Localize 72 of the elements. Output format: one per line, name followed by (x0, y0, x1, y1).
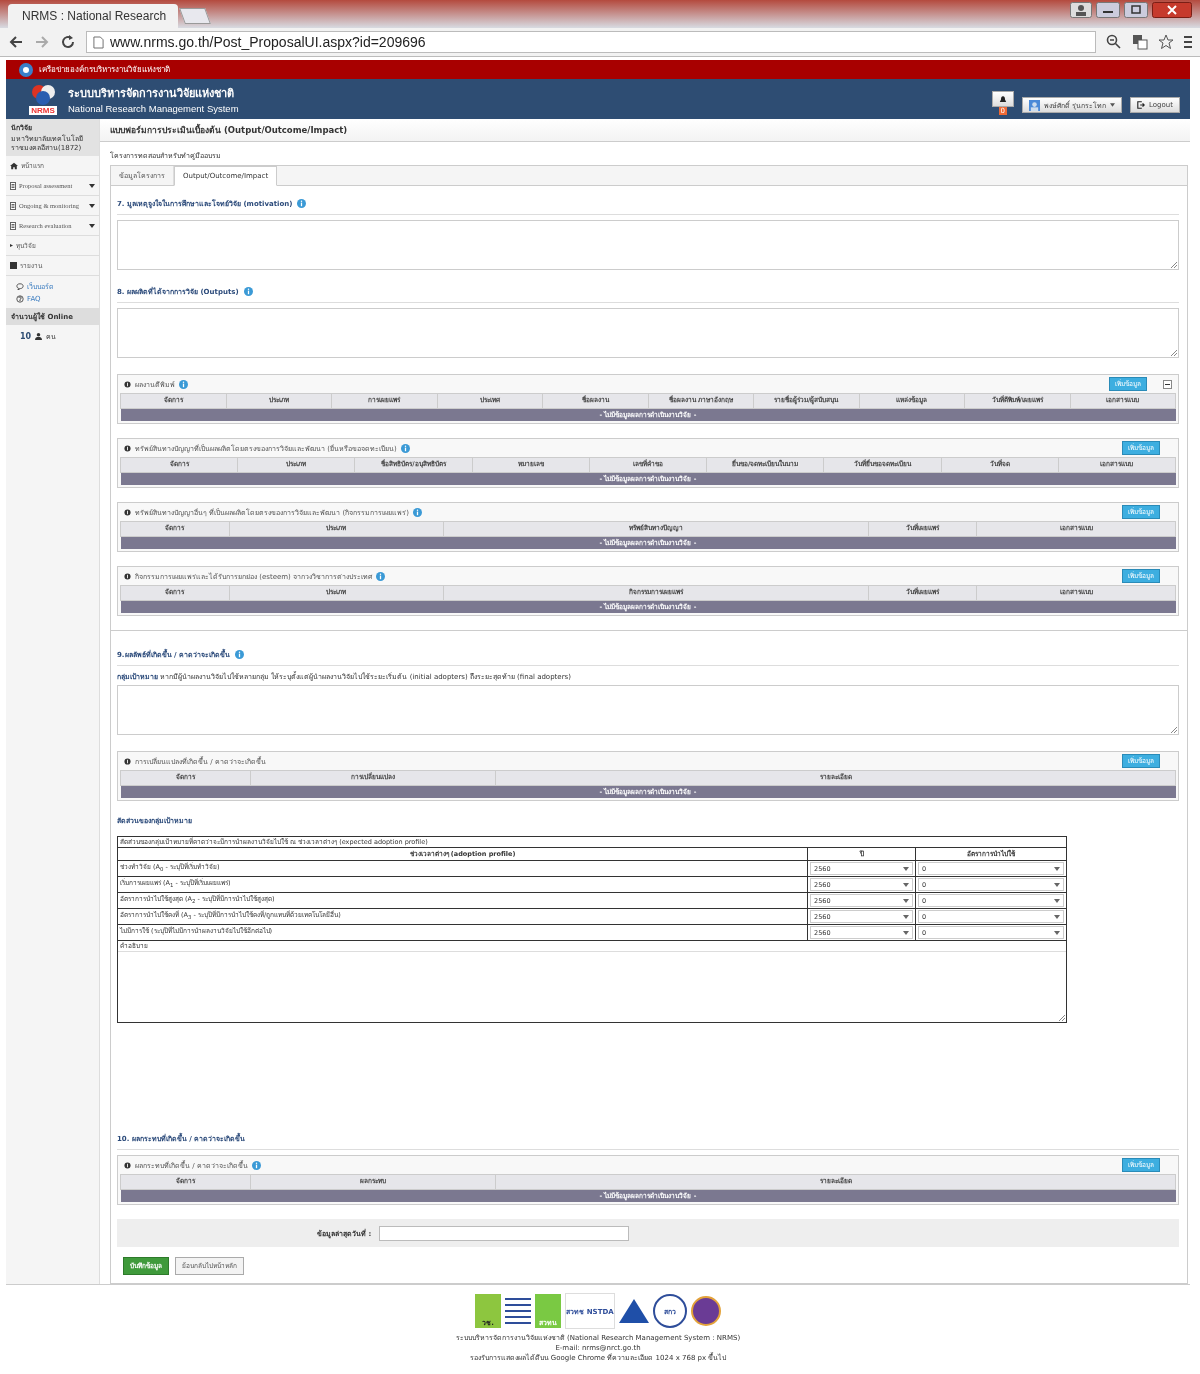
maximize-icon[interactable] (1124, 2, 1148, 18)
caret-icon (1054, 898, 1060, 903)
person-icon (35, 333, 43, 341)
document-icon (10, 181, 16, 190)
zoom-icon[interactable] (1106, 34, 1122, 50)
book-icon (10, 262, 17, 270)
resize-grip-icon (1171, 350, 1177, 356)
caret-icon (1054, 914, 1060, 919)
caret-icon (1054, 930, 1060, 935)
caret-icon (1110, 103, 1116, 107)
caret-icon (1054, 866, 1060, 871)
caret-icon (903, 882, 909, 887)
nrms-logo: NRMS (28, 83, 58, 115)
text-area[interactable] (117, 308, 1179, 358)
caret-icon (903, 898, 909, 903)
partner-logo (691, 1296, 721, 1326)
document-icon (10, 201, 16, 210)
address-bar[interactable]: www.nrms.go.th/Post_ProposalUI.aspx?id=209696 (86, 31, 1096, 53)
speech-bubble-icon (16, 283, 24, 291)
bell-icon (998, 94, 1007, 104)
text-area[interactable] (117, 685, 1179, 735)
back-icon[interactable] (8, 34, 24, 50)
online-count: 10 (20, 332, 32, 342)
home-icon (10, 161, 18, 170)
help-icon (16, 295, 24, 304)
network-logo-icon (18, 61, 34, 78)
system-subtitle: National Research Management System (68, 103, 239, 114)
text-area[interactable] (117, 220, 1179, 270)
panel-icon (124, 508, 131, 516)
caret-icon (903, 866, 909, 871)
info-icon[interactable] (376, 571, 386, 581)
system-title: ระบบบริหารจัดการงานวิจัยแห่งชาติ (68, 86, 235, 102)
avatar-icon (1028, 99, 1040, 111)
last-update-field[interactable] (379, 1225, 630, 1241)
resize-grip-icon (1171, 727, 1177, 733)
bullet-icon (10, 244, 13, 248)
minimize-icon[interactable] (1096, 2, 1120, 18)
star-icon[interactable] (1158, 34, 1174, 50)
user-icon[interactable] (1070, 2, 1092, 18)
tab-title: NRMS : National Research (22, 9, 167, 23)
info-icon[interactable] (412, 507, 422, 517)
notification-button[interactable] (991, 91, 1014, 107)
panel-icon (124, 380, 131, 388)
browser-tab[interactable]: NRMS : National Research (8, 4, 178, 28)
caret-icon (903, 914, 909, 919)
caret-icon (903, 930, 909, 935)
panel-icon (124, 572, 131, 580)
resize-grip-icon (1059, 1015, 1065, 1021)
collapse-icon[interactable] (1163, 379, 1172, 389)
network-name: เครือข่ายองค์กรบริหารงานวิจัยแห่งชาติ (39, 64, 170, 76)
resize-grip-icon (1171, 262, 1177, 268)
info-icon[interactable] (297, 199, 307, 208)
info-icon[interactable] (179, 379, 188, 389)
document-icon (10, 221, 16, 230)
close-icon[interactable] (1152, 2, 1192, 18)
info-icon[interactable] (234, 650, 244, 659)
translate-icon[interactable] (1132, 34, 1148, 50)
partner-logo (619, 1299, 649, 1323)
menu-icon[interactable] (1184, 35, 1192, 49)
page-title: แบบฟอร์มการประเมินเบื้องต้น (Output/Outcome/Impact) (110, 123, 348, 137)
page-icon (93, 35, 104, 49)
logout-icon (1137, 101, 1146, 109)
info-icon[interactable] (243, 287, 253, 296)
info-icon[interactable] (251, 1160, 261, 1170)
panel-icon (124, 1161, 131, 1169)
info-icon[interactable] (400, 443, 410, 453)
panel-icon (124, 757, 131, 765)
panel-icon (124, 444, 131, 452)
caret-icon (1054, 882, 1060, 887)
forward-icon[interactable] (34, 34, 50, 50)
new-tab-button[interactable] (179, 8, 211, 24)
reload-icon[interactable] (60, 34, 76, 50)
